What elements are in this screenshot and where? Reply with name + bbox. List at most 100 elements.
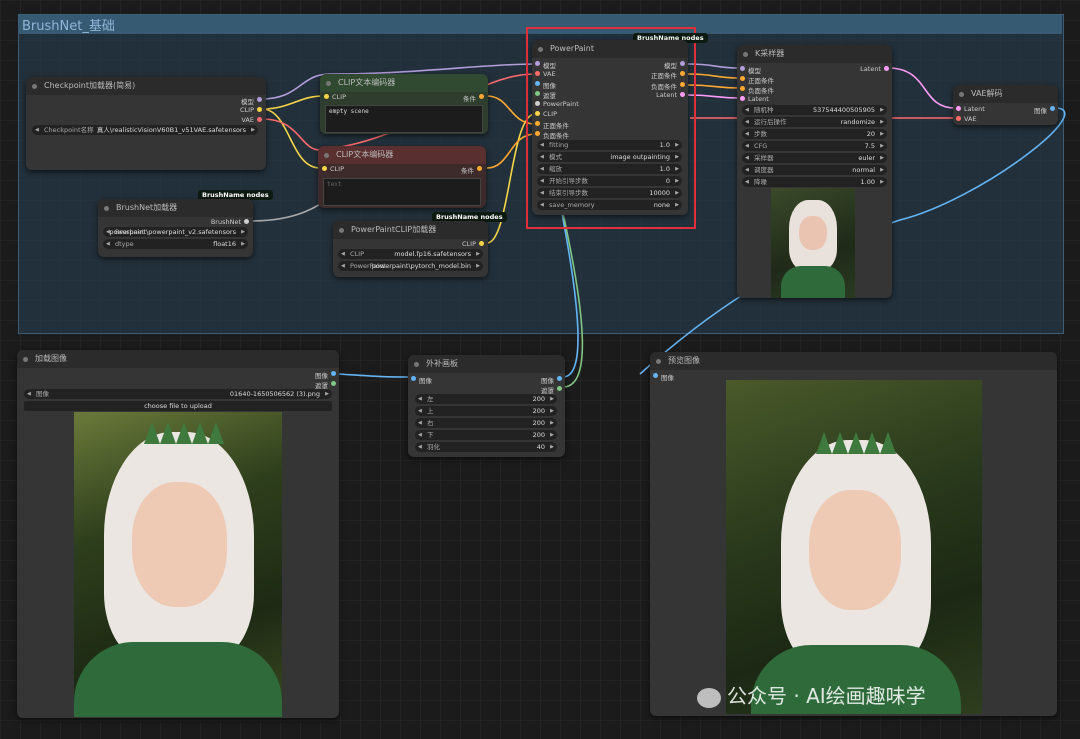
checkpoint-output-model[interactable]: 模型	[241, 96, 262, 106]
brushnet-dtype-label: dtype	[115, 240, 134, 248]
ksampler-preview-image	[771, 188, 855, 298]
powerpaint-clip-loader-node[interactable]: PowerPaintCLIP加载器 CLIP CLIP model.fp16.s…	[333, 221, 488, 277]
pad-left-label: 左	[427, 395, 434, 403]
ppclip-clip-widget[interactable]: CLIP model.fp16.safetensors	[338, 249, 483, 259]
pp-output-latent[interactable]: Latent	[656, 91, 685, 99]
pp-input-image[interactable]: 图像	[535, 80, 556, 90]
pp-input-powerpaint[interactable]: PowerPaint	[535, 100, 579, 108]
clip-pos-text-area[interactable]: empty scene	[325, 105, 483, 133]
ks-sampler-widget[interactable]: 采样器 euler	[742, 153, 887, 163]
vae-decode-title: VAE解码	[953, 85, 1058, 103]
pad-right-widget[interactable]: 右 200	[415, 418, 557, 428]
pp-input-model[interactable]: 模型	[535, 60, 556, 70]
pp-mode-value: image outpainting	[610, 153, 670, 161]
pp-fitting-widget[interactable]: fitting 1.0	[537, 140, 682, 150]
ks-denoise-widget[interactable]: 降噪 1.00	[742, 177, 887, 187]
pad-feather-widget[interactable]: 羽化 40	[415, 442, 557, 452]
vae-decode-output-image[interactable]: 图像	[1034, 105, 1055, 115]
pad-top-widget[interactable]: 上 200	[415, 406, 557, 416]
checkpoint-loader-node[interactable]: Checkpoint加载器(简易) 模型 CLIP VAE Checkpoint…	[26, 77, 266, 170]
pp-memory-value: none	[653, 201, 670, 209]
pp-mode-widget[interactable]: 模式 image outpainting	[537, 152, 682, 162]
brushnet-output[interactable]: BrushNet	[211, 218, 250, 226]
watermark: 公众号 · AI绘画趣味学	[697, 680, 926, 709]
pad-left-widget[interactable]: 左 200	[415, 394, 557, 404]
pp-start-value: 0	[665, 177, 670, 185]
pp-start-label: 开始引导步数	[549, 177, 588, 185]
load-image-widget-label: 图像	[36, 390, 49, 398]
preview-face-shape	[799, 216, 827, 250]
clip-encoder-negative-node[interactable]: CLIP文本编码器 CLIP 条件 text	[318, 146, 486, 208]
upload-button[interactable]: choose file to upload	[24, 401, 332, 411]
checkpoint-output-vae[interactable]: VAE	[241, 116, 262, 124]
ksampler-node[interactable]: K采样器 模型 正面条件 负面条件 Latent Latent 随机种 53754…	[737, 45, 892, 298]
ks-input-positive[interactable]: 正面条件	[740, 75, 774, 85]
brushnet-loader-node[interactable]: BrushNet加载器 BrushNet Brushnet powerpaint…	[98, 199, 253, 257]
pp-output-positive[interactable]: 正面条件	[651, 70, 685, 80]
brushnet-dtype-widget[interactable]: dtype float16	[103, 239, 248, 249]
ks-input-latent[interactable]: Latent	[740, 95, 769, 103]
clip-encoder-positive-node[interactable]: CLIP文本编码器 CLIP 条件 empty scene	[320, 74, 488, 134]
brushnet-model-widget[interactable]: Brushnet powerpaint\powerpaint_v2.safete…	[103, 227, 248, 237]
pad-bottom-widget[interactable]: 下 200	[415, 430, 557, 440]
ks-steps-widget[interactable]: 步数 20	[742, 129, 887, 139]
pad-title: 外补画板	[408, 355, 565, 373]
pad-input-image[interactable]: 图像	[411, 375, 432, 385]
preview-input-image[interactable]: 图像	[653, 372, 674, 382]
vae-decode-input-latent[interactable]: Latent	[956, 105, 985, 113]
ks-input-model[interactable]: 模型	[740, 65, 761, 75]
load-image-widget-value: 01640-1650506562 (3).png	[229, 390, 320, 398]
pad-output-image[interactable]: 图像	[541, 375, 562, 385]
checkpoint-name-widget[interactable]: Checkpoint名称 真人\realisticVisionV60B1_v51…	[32, 125, 258, 135]
vae-decode-node[interactable]: VAE解码 Latent VAE 图像	[953, 85, 1058, 125]
wire-clip-neg	[261, 108, 321, 169]
pp-input-positive[interactable]: 正面条件	[535, 120, 569, 130]
pp-fitting-label: fitting	[549, 141, 569, 149]
powerpaint-node[interactable]: PowerPaint 模型 VAE 图像 遮罩 PowerPaint CLIP …	[532, 40, 688, 215]
pp-input-negative[interactable]: 负面条件	[535, 130, 569, 140]
clip-pos-title: CLIP文本编码器	[320, 74, 488, 92]
ppclip-clip-label: CLIP	[350, 250, 364, 258]
load-image-output-image[interactable]: 图像	[315, 370, 336, 380]
clip-neg-input-clip[interactable]: CLIP	[322, 165, 344, 173]
checkpoint-widget-value: 真人\realisticVisionV60B1_v51VAE.safetenso…	[96, 126, 246, 134]
pp-input-vae[interactable]: VAE	[535, 70, 556, 78]
input-image	[74, 412, 282, 717]
clip-pos-output-cond[interactable]: 条件	[463, 93, 484, 103]
input-crown-shape	[144, 422, 224, 444]
pp-scale-widget[interactable]: 缩放 1.0	[537, 164, 682, 174]
output-face-shape	[809, 490, 901, 610]
checkpoint-widget-label: Checkpoint名称	[44, 126, 94, 134]
preview-image-node[interactable]: 预览图像 图像	[650, 352, 1057, 716]
pp-end-widget[interactable]: 结束引导步数 10000	[537, 188, 682, 198]
ppclip-pp-widget[interactable]: PowerPaint powerpaint\pytorch_model.bin	[338, 261, 483, 271]
ks-control-widget[interactable]: 运行后操作 randomize	[742, 117, 887, 127]
ppclip-output-clip[interactable]: CLIP	[462, 240, 484, 248]
load-image-node[interactable]: 加载图像 图像 遮罩 图像 01640-1650506562 (3).png c…	[17, 350, 339, 718]
pp-output-negative[interactable]: 负面条件	[651, 81, 685, 91]
pp-output-model[interactable]: 模型	[664, 60, 685, 70]
clip-neg-output-cond[interactable]: 条件	[461, 165, 482, 175]
pp-memory-label: save_memory	[549, 201, 595, 209]
checkpoint-output-clip[interactable]: CLIP	[240, 106, 262, 114]
ks-seed-widget[interactable]: 随机种 537544400505905	[742, 105, 887, 115]
pp-input-mask[interactable]: 遮罩	[535, 90, 556, 100]
pp-start-widget[interactable]: 开始引导步数 0	[537, 176, 682, 186]
ks-scheduler-widget[interactable]: 调度器 normal	[742, 165, 887, 175]
ks-control-label: 运行后操作	[754, 118, 787, 126]
ks-input-negative[interactable]: 负面条件	[740, 85, 774, 95]
ks-cfg-widget[interactable]: CFG 7.5	[742, 141, 887, 151]
pp-memory-widget[interactable]: save_memory none	[537, 200, 682, 210]
load-image-file-widget[interactable]: 图像 01640-1650506562 (3).png	[24, 389, 332, 399]
vae-decode-input-vae[interactable]: VAE	[956, 115, 977, 123]
pp-input-clip[interactable]: CLIP	[535, 110, 557, 118]
ks-output-latent[interactable]: Latent	[860, 65, 889, 73]
brushnet-dtype-value: float16	[213, 240, 236, 248]
clip-neg-text-area[interactable]: text	[323, 178, 481, 206]
brushnet-title: BrushNet加载器	[98, 199, 253, 217]
wire-loadimg	[337, 373, 411, 378]
clip-pos-input-clip[interactable]: CLIP	[324, 93, 346, 101]
pad-image-node[interactable]: 外补画板 图像 图像 遮罩 左200 上200 右200 下200 羽化40	[408, 355, 565, 457]
pad-bottom-label: 下	[427, 431, 434, 439]
ks-denoise-value: 1.00	[860, 178, 875, 186]
